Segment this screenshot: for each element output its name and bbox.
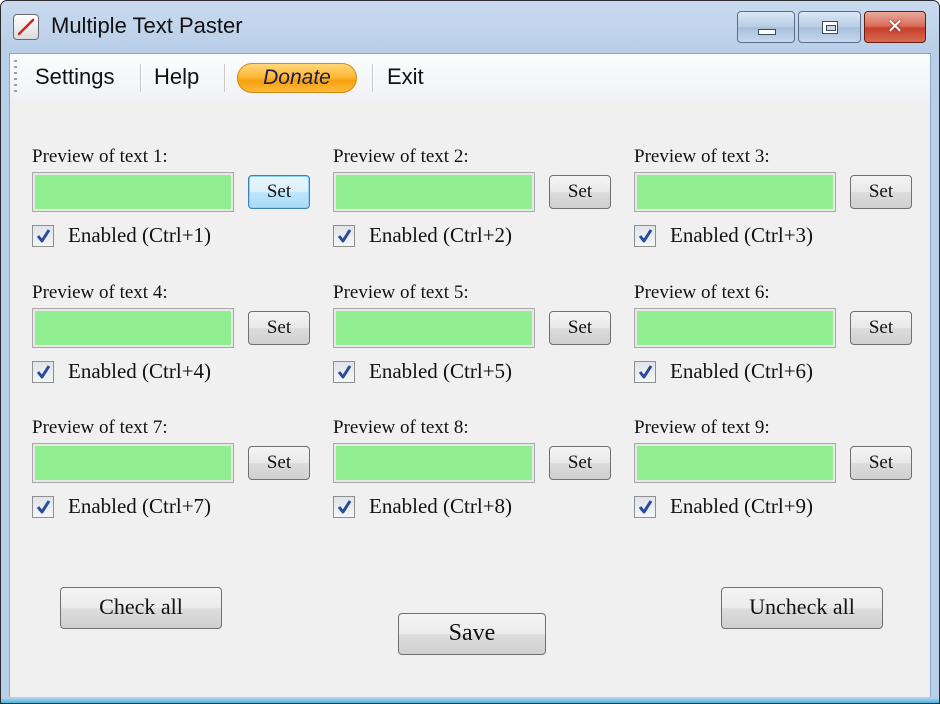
text-slot-5: Preview of text 5: Set Enabled (Ctrl+5) [333,282,623,402]
enabled-checkbox[interactable] [634,225,656,247]
preview-field[interactable] [634,308,836,348]
menu-bar: Settings Help Donate Exit [10,54,930,100]
text-slot-6: Preview of text 6: Set Enabled (Ctrl+6) [634,282,924,402]
preview-label: Preview of text 6: [634,282,770,303]
title-bar[interactable]: Multiple Text Paster ✕ [1,1,939,53]
preview-field[interactable] [634,443,836,483]
checkmark-icon [638,500,653,514]
checkmark-icon [337,229,352,243]
maximize-icon [822,21,838,34]
checkmark-icon [337,365,352,379]
text-slot-1: Preview of text 1: Set Enabled (Ctrl+1) [32,146,322,266]
preview-field[interactable] [333,443,535,483]
donate-button[interactable]: Donate [237,63,357,93]
set-button[interactable]: Set [549,311,611,345]
enabled-checkbox[interactable] [32,496,54,518]
check-all-button[interactable]: Check all [60,587,222,629]
preview-label: Preview of text 4: [32,282,168,303]
checkmark-icon [638,365,653,379]
toolbar-grip-handle[interactable] [14,60,17,92]
menu-exit[interactable]: Exit [387,64,424,90]
menu-separator [140,64,142,92]
set-button[interactable]: Set [248,446,310,480]
text-slot-3: Preview of text 3: Set Enabled (Ctrl+3) [634,146,924,266]
enabled-checkbox[interactable] [333,361,355,383]
enabled-label[interactable]: Enabled (Ctrl+3) [670,223,813,248]
text-slot-9: Preview of text 9: Set Enabled (Ctrl+9) [634,417,924,537]
text-slot-4: Preview of text 4: Set Enabled (Ctrl+4) [32,282,322,402]
set-button[interactable]: Set [549,446,611,480]
set-button[interactable]: Set [248,175,310,209]
enabled-label[interactable]: Enabled (Ctrl+9) [670,494,813,519]
text-slot-8: Preview of text 8: Set Enabled (Ctrl+8) [333,417,623,537]
menu-separator [224,64,226,92]
enabled-checkbox[interactable] [333,496,355,518]
preview-label: Preview of text 9: [634,417,770,438]
window-bottom-border [1,698,939,703]
close-button[interactable]: ✕ [864,11,926,43]
enabled-label[interactable]: Enabled (Ctrl+6) [670,359,813,384]
pencil-app-icon[interactable] [13,14,39,40]
checkmark-icon [36,500,51,514]
set-button[interactable]: Set [850,311,912,345]
checkmark-icon [638,229,653,243]
app-window: Multiple Text Paster ✕ Settings Help Don… [0,0,940,704]
text-slot-2: Preview of text 2: Set Enabled (Ctrl+2) [333,146,623,266]
preview-label: Preview of text 2: [333,146,469,167]
enabled-label[interactable]: Enabled (Ctrl+5) [369,359,512,384]
preview-label: Preview of text 1: [32,146,168,167]
close-icon: ✕ [886,14,904,38]
preview-label: Preview of text 8: [333,417,469,438]
preview-field[interactable] [333,308,535,348]
set-button[interactable]: Set [850,446,912,480]
preview-field[interactable] [32,172,234,212]
enabled-checkbox[interactable] [634,361,656,383]
preview-label: Preview of text 7: [32,417,168,438]
enabled-label[interactable]: Enabled (Ctrl+4) [68,359,211,384]
menu-separator [372,64,374,92]
preview-field[interactable] [333,172,535,212]
preview-label: Preview of text 5: [333,282,469,303]
client-area: Settings Help Donate Exit Preview of tex… [9,53,931,697]
checkmark-icon [337,500,352,514]
set-button[interactable]: Set [549,175,611,209]
window-title: Multiple Text Paster [51,13,243,38]
enabled-checkbox[interactable] [32,361,54,383]
menu-settings[interactable]: Settings [35,64,115,90]
enabled-checkbox[interactable] [32,225,54,247]
preview-field[interactable] [32,308,234,348]
preview-field[interactable] [32,443,234,483]
preview-field[interactable] [634,172,836,212]
enabled-label[interactable]: Enabled (Ctrl+2) [369,223,512,248]
minimize-icon [758,29,776,35]
set-button[interactable]: Set [248,311,310,345]
enabled-checkbox[interactable] [634,496,656,518]
enabled-checkbox[interactable] [333,225,355,247]
checkmark-icon [36,229,51,243]
enabled-label[interactable]: Enabled (Ctrl+1) [68,223,211,248]
checkmark-icon [36,365,51,379]
set-button[interactable]: Set [850,175,912,209]
menu-help[interactable]: Help [154,64,199,90]
text-slot-7: Preview of text 7: Set Enabled (Ctrl+7) [32,417,322,537]
minimize-button[interactable] [737,11,795,43]
preview-label: Preview of text 3: [634,146,770,167]
uncheck-all-button[interactable]: Uncheck all [721,587,883,629]
maximize-button[interactable] [798,11,861,43]
enabled-label[interactable]: Enabled (Ctrl+8) [369,494,512,519]
enabled-label[interactable]: Enabled (Ctrl+7) [68,494,211,519]
save-button[interactable]: Save [398,613,546,655]
